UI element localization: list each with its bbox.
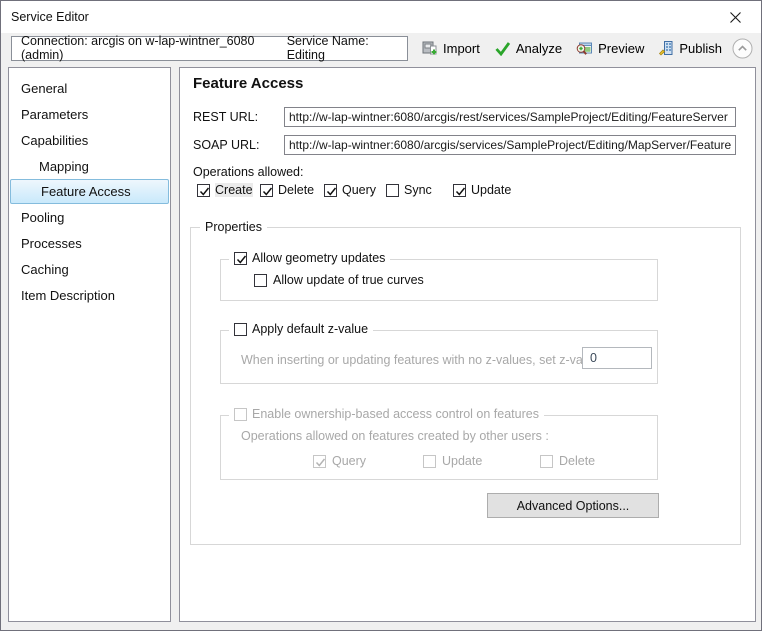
- sidebar-item-label: Caching: [21, 262, 69, 277]
- operation-delete[interactable]: Delete: [260, 183, 324, 197]
- ownership-legend: Enable ownership-based access control on…: [229, 407, 544, 421]
- sidebar-item-pooling[interactable]: Pooling: [9, 204, 170, 230]
- ownership-groupbox: Enable ownership-based access control on…: [220, 415, 658, 480]
- geometry-updates-groupbox: Allow geometry updates Allow update of t…: [220, 259, 658, 301]
- sidebar-item-label: Processes: [21, 236, 82, 251]
- publish-label: Publish: [679, 41, 722, 56]
- zvalue-legend: Apply default z-value: [229, 322, 373, 336]
- operation-label: Update: [471, 183, 511, 197]
- sidebar-item-general[interactable]: General: [9, 75, 170, 101]
- enable-ownership-label: Enable ownership-based access control on…: [252, 407, 539, 421]
- operations-allowed-label: Operations allowed:: [193, 165, 303, 179]
- preview-magnifier-icon: [576, 40, 593, 56]
- sync-checkbox[interactable]: [386, 184, 399, 197]
- analyze-label: Analyze: [516, 41, 562, 56]
- rest-url-label: REST URL:: [193, 107, 258, 127]
- sidebar-item-label: Capabilities: [21, 133, 88, 148]
- ownership-query-label: Query: [332, 454, 366, 468]
- ownership-delete-label: Delete: [559, 454, 595, 468]
- close-icon[interactable]: [723, 6, 747, 28]
- rest-url-input[interactable]: [284, 107, 736, 127]
- apply-default-zvalue-label: Apply default z-value: [252, 322, 368, 336]
- preview-label: Preview: [598, 41, 644, 56]
- sidebar-item-label: Mapping: [39, 159, 89, 174]
- service-editor-window: Service Editor Connection: arcgis on w-l…: [0, 0, 762, 631]
- sidebar-item-label: General: [21, 81, 67, 96]
- ownership-update-row: Update: [423, 454, 482, 468]
- sidebar-item-item-description[interactable]: Item Description: [9, 282, 170, 308]
- create-checkbox[interactable]: [197, 184, 210, 197]
- sidebar-item-capabilities[interactable]: Capabilities: [9, 127, 170, 153]
- feature-access-panel: Feature Access REST URL: SOAP URL: Opera…: [179, 67, 756, 622]
- enable-ownership-checkbox: [234, 408, 247, 421]
- operation-label: Query: [342, 183, 376, 197]
- window-title: Service Editor: [11, 10, 89, 24]
- query-checkbox[interactable]: [324, 184, 337, 197]
- soap-url-label: SOAP URL:: [193, 135, 259, 155]
- operation-label: Sync: [404, 183, 432, 197]
- publish-icon: [658, 40, 674, 56]
- import-icon: [422, 40, 438, 56]
- analyze-button[interactable]: Analyze: [494, 41, 562, 56]
- properties-label: Properties: [200, 220, 267, 234]
- sidebar-item-parameters[interactable]: Parameters: [9, 101, 170, 127]
- zvalue-groupbox: Apply default z-value When inserting or …: [220, 330, 658, 384]
- sidebar-item-processes[interactable]: Processes: [9, 230, 170, 256]
- allow-geometry-updates-checkbox[interactable]: [234, 252, 247, 265]
- ownership-query-checkbox: [313, 455, 326, 468]
- ownership-delete-row: Delete: [540, 454, 595, 468]
- operation-create[interactable]: Create: [197, 183, 260, 197]
- toolbar: Connection: arcgis on w-lap-wintner_6080…: [11, 35, 753, 61]
- allow-true-curves-label: Allow update of true curves: [273, 273, 424, 287]
- ownership-update-checkbox: [423, 455, 436, 468]
- operation-update[interactable]: Update: [453, 183, 511, 197]
- operations-row: Create Delete Query Sync Update: [197, 183, 511, 197]
- allow-true-curves-checkbox[interactable]: [254, 274, 267, 287]
- allow-geometry-updates-label: Allow geometry updates: [252, 251, 385, 265]
- ownership-hint: Operations allowed on features created b…: [241, 429, 549, 443]
- connection-text: Connection: arcgis on w-lap-wintner_6080…: [21, 34, 272, 62]
- zvalue-hint: When inserting or updating features with…: [241, 353, 617, 367]
- sidebar-item-caching[interactable]: Caching: [9, 256, 170, 282]
- analyze-check-icon: [494, 41, 511, 56]
- geometry-updates-legend: Allow geometry updates: [229, 251, 390, 265]
- connection-info-box: Connection: arcgis on w-lap-wintner_6080…: [11, 36, 408, 61]
- ownership-query-row: Query: [313, 454, 366, 468]
- zvalue-input[interactable]: [582, 347, 652, 369]
- sidebar-item-mapping[interactable]: Mapping: [9, 153, 170, 179]
- operation-label: Delete: [278, 183, 314, 197]
- operation-label: Create: [215, 183, 253, 197]
- sidebar: General Parameters Capabilities Mapping …: [8, 67, 171, 622]
- ownership-delete-checkbox: [540, 455, 553, 468]
- apply-default-zvalue-checkbox[interactable]: [234, 323, 247, 336]
- sidebar-item-label: Pooling: [21, 210, 64, 225]
- advanced-options-button[interactable]: Advanced Options...: [487, 493, 659, 518]
- chevron-up-circle-icon[interactable]: [732, 38, 753, 59]
- titlebar: Service Editor: [1, 1, 761, 33]
- delete-checkbox[interactable]: [260, 184, 273, 197]
- operation-query[interactable]: Query: [324, 183, 386, 197]
- sidebar-item-label: Item Description: [21, 288, 115, 303]
- ownership-update-label: Update: [442, 454, 482, 468]
- sidebar-item-label: Parameters: [21, 107, 88, 122]
- soap-url-input[interactable]: [284, 135, 736, 155]
- page-title: Feature Access: [193, 75, 303, 92]
- true-curves-row[interactable]: Allow update of true curves: [254, 273, 424, 287]
- preview-button[interactable]: Preview: [576, 40, 644, 56]
- sidebar-item-label: Feature Access: [41, 184, 131, 199]
- import-label: Import: [443, 41, 480, 56]
- publish-button[interactable]: Publish: [658, 40, 722, 56]
- update-checkbox[interactable]: [453, 184, 466, 197]
- import-button[interactable]: Import: [422, 40, 480, 56]
- operation-sync[interactable]: Sync: [386, 183, 453, 197]
- service-name-text: Service Name: Editing: [287, 34, 398, 62]
- sidebar-item-feature-access[interactable]: Feature Access: [10, 179, 169, 204]
